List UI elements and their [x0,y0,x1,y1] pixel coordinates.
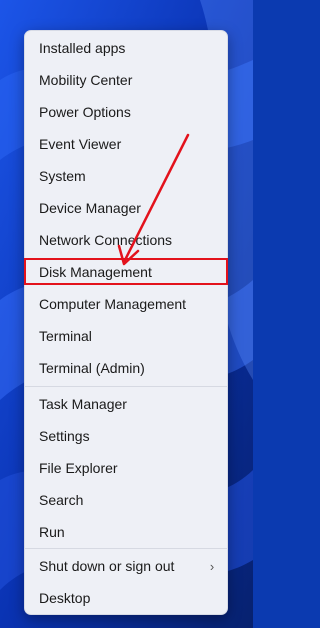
menu-item-label: Run [39,524,65,540]
menu-item-run[interactable]: Run [29,517,225,547]
menu-item-label: Search [39,492,84,508]
menu-item-desktop[interactable]: Desktop [29,583,225,613]
menu-item-label: Computer Management [39,296,187,312]
menu-item-label: Shut down or sign out [39,558,175,574]
menu-item-shut-down-or-sign-out[interactable]: Shut down or sign out › [29,551,225,581]
menu-item-label: Disk Management [39,264,152,280]
chevron-right-icon: › [209,558,215,574]
menu-item-label: Terminal [39,328,92,344]
menu-item-system[interactable]: System [29,161,225,191]
menu-item-label: Network Connections [39,232,173,248]
menu-divider [25,548,227,549]
menu-item-label: Power Options [39,104,131,120]
menu-item-label: Desktop [39,590,91,606]
menu-item-installed-apps[interactable]: Installed apps [29,33,225,63]
menu-item-label: Device Manager [39,200,141,216]
menu-item-search[interactable]: Search [29,485,225,515]
menu-item-power-options[interactable]: Power Options [29,97,225,127]
menu-item-task-manager[interactable]: Task Manager [29,389,225,419]
menu-item-disk-management[interactable]: Disk Management [29,257,225,287]
menu-item-label: Settings [39,428,90,444]
menu-item-file-explorer[interactable]: File Explorer [29,453,225,483]
menu-item-computer-management[interactable]: Computer Management [29,289,225,319]
menu-item-label: File Explorer [39,460,118,476]
menu-item-label: Mobility Center [39,72,133,88]
menu-item-label: Installed apps [39,40,126,56]
winx-context-menu: Installed apps Mobility Center Power Optio… [24,30,228,615]
menu-item-network-connections[interactable]: Network Connections [29,225,225,255]
menu-item-mobility-center[interactable]: Mobility Center [29,65,225,95]
menu-item-event-viewer[interactable]: Event Viewer [29,129,225,159]
menu-item-label: Event Viewer [39,136,122,152]
menu-item-label: Task Manager [39,396,127,412]
menu-divider [25,386,227,387]
menu-item-label: System [39,168,86,184]
menu-item-terminal-admin[interactable]: Terminal (Admin) [29,353,225,383]
menu-item-device-manager[interactable]: Device Manager [29,193,225,223]
menu-item-settings[interactable]: Settings [29,421,225,451]
menu-item-terminal[interactable]: Terminal [29,321,225,351]
menu-item-label: Terminal (Admin) [39,360,145,376]
